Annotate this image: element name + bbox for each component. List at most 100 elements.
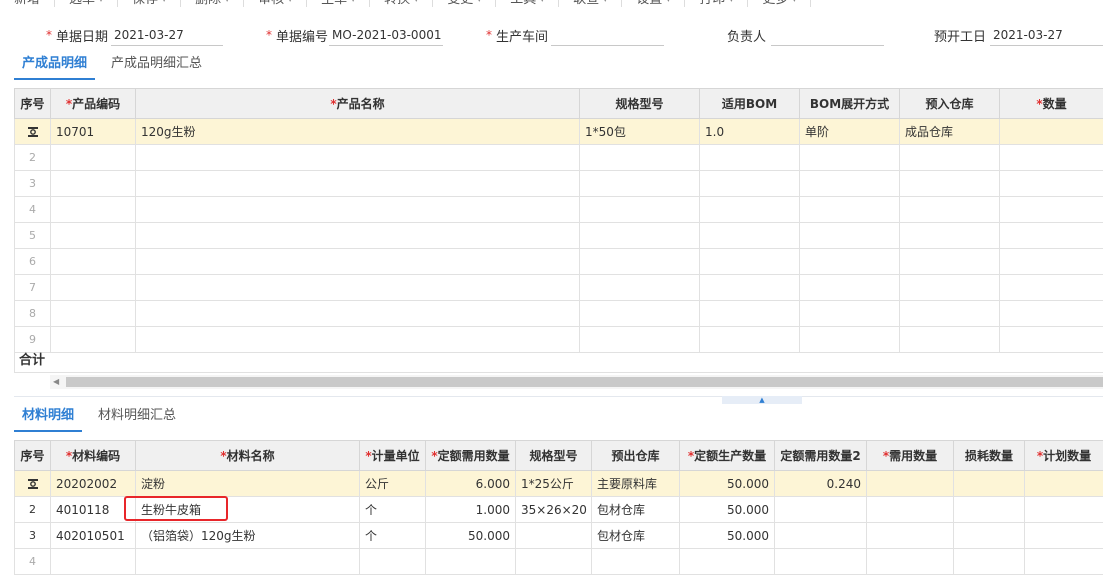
cell-spec[interactable]	[580, 145, 700, 171]
cell-name[interactable]	[136, 171, 580, 197]
toolbar-item[interactable]: 保存▾	[118, 0, 181, 7]
cell-spec[interactable]	[580, 301, 700, 327]
cell-qty[interactable]	[1000, 197, 1103, 223]
toolbar-item[interactable]: 选单▾	[55, 0, 118, 7]
row-edit-icon[interactable]	[27, 478, 39, 490]
cell-name[interactable]: （铝箔袋）120g生粉	[136, 523, 360, 549]
cell-warehouse[interactable]	[900, 145, 1000, 171]
cell-code[interactable]	[51, 171, 136, 197]
toolbar-item[interactable]: 打印▾	[685, 0, 748, 7]
cell-spec[interactable]	[516, 523, 592, 549]
cell-unit[interactable]: 个	[360, 523, 426, 549]
col-spec[interactable]: 规格型号	[516, 441, 592, 471]
row-seq[interactable]: 2	[15, 497, 51, 523]
cell-mode[interactable]	[800, 171, 900, 197]
cell-spec[interactable]	[580, 249, 700, 275]
toolbar-item[interactable]: 更多▾	[748, 0, 811, 7]
tab-product-detail[interactable]: 产成品明细	[14, 54, 95, 80]
tab-material-summary[interactable]: 材料明细汇总	[90, 406, 184, 432]
cell-quota[interactable]	[426, 549, 516, 575]
col-material-code[interactable]: *材料编码	[51, 441, 136, 471]
cell-warehouse[interactable]	[900, 249, 1000, 275]
cell-quota2[interactable]	[775, 523, 867, 549]
table-row[interactable]: 4	[15, 549, 1103, 575]
col-plan-qty[interactable]: *计划数量	[1025, 441, 1103, 471]
cell-bom[interactable]	[700, 171, 800, 197]
cell-unit[interactable]: 个	[360, 497, 426, 523]
cell-unit[interactable]: 公斤	[360, 471, 426, 497]
cell-plan[interactable]	[1025, 549, 1103, 575]
col-need-qty[interactable]: *需用数量	[867, 441, 954, 471]
table-row[interactable]: 5	[15, 223, 1103, 249]
table-row[interactable]: 8	[15, 301, 1103, 327]
cell-qty[interactable]	[1000, 145, 1103, 171]
toolbar-item[interactable]: 删除▾	[181, 0, 244, 7]
col-material-name[interactable]: *材料名称	[136, 441, 360, 471]
cell-qty[interactable]	[1000, 301, 1103, 327]
cell-name[interactable]	[136, 223, 580, 249]
row-seq[interactable]: 4	[15, 549, 51, 575]
cell-plan[interactable]	[1025, 523, 1103, 549]
scrollbar-thumb[interactable]	[66, 377, 1103, 387]
toolbar-item[interactable]: 新增	[0, 0, 55, 7]
cell-qty[interactable]	[1000, 119, 1103, 145]
cell-prod[interactable]: 50.000	[680, 523, 775, 549]
cell-spec[interactable]: 35×26×20	[516, 497, 592, 523]
cell-loss[interactable]	[954, 471, 1025, 497]
col-warehouse[interactable]: 预入仓库	[900, 89, 1000, 119]
cell-plan[interactable]	[1025, 497, 1103, 523]
cell-unit[interactable]	[360, 549, 426, 575]
col-name[interactable]: *产品名称	[136, 89, 580, 119]
table-row[interactable]: 6	[15, 249, 1103, 275]
cell-spec[interactable]	[516, 549, 592, 575]
toolbar-item[interactable]: 联查▾	[559, 0, 622, 7]
col-loss-qty[interactable]: 损耗数量	[954, 441, 1025, 471]
col-out-warehouse[interactable]: 预出仓库	[592, 441, 680, 471]
cell-loss[interactable]	[954, 497, 1025, 523]
cell-spec[interactable]	[580, 171, 700, 197]
col-prod-qty[interactable]: *定额生产数量	[680, 441, 775, 471]
row-seq[interactable]	[15, 119, 51, 145]
cell-bom[interactable]	[700, 249, 800, 275]
cell-code[interactable]	[51, 223, 136, 249]
row-seq[interactable]: 8	[15, 301, 51, 327]
cell-warehouse[interactable]	[900, 301, 1000, 327]
cell-loss[interactable]	[954, 549, 1025, 575]
toolbar-item[interactable]: 工具▾	[496, 0, 559, 7]
cell-warehouse[interactable]: 成品仓库	[900, 119, 1000, 145]
cell-name[interactable]	[136, 145, 580, 171]
start-value[interactable]: 2021-03-27	[990, 24, 1103, 46]
cell-warehouse[interactable]	[900, 275, 1000, 301]
cell-bom[interactable]	[700, 275, 800, 301]
scroll-left-icon[interactable]: ◀	[53, 377, 59, 386]
row-seq[interactable]: 3	[15, 171, 51, 197]
cell-need[interactable]	[867, 549, 954, 575]
cell-quota[interactable]: 1.000	[426, 497, 516, 523]
cell-warehouse[interactable]	[592, 549, 680, 575]
cell-spec[interactable]	[580, 223, 700, 249]
cell-code[interactable]	[51, 197, 136, 223]
toolbar-item[interactable]: 转换▾	[370, 0, 433, 7]
col-quota[interactable]: *定额需用数量	[426, 441, 516, 471]
horizontal-scrollbar[interactable]: ◀	[50, 375, 1103, 389]
table-row[interactable]: 3402010501（铝箔袋）120g生粉个50.000包材仓库50.000	[15, 523, 1103, 549]
col-bom[interactable]: 适用BOM	[700, 89, 800, 119]
cell-name[interactable]	[136, 549, 360, 575]
cell-warehouse[interactable]: 主要原料库	[592, 471, 680, 497]
table-row[interactable]: 20202002淀粉公斤6.0001*25公斤主要原料库50.0000.240	[15, 471, 1103, 497]
cell-bom[interactable]	[700, 223, 800, 249]
table-row[interactable]: 7	[15, 275, 1103, 301]
cell-spec[interactable]: 1*25公斤	[516, 471, 592, 497]
row-seq[interactable]: 4	[15, 197, 51, 223]
cell-plan[interactable]	[1025, 471, 1103, 497]
toolbar-item[interactable]: 生单▾	[307, 0, 370, 7]
cell-need[interactable]	[867, 471, 954, 497]
cell-code[interactable]	[51, 145, 136, 171]
owner-value[interactable]	[771, 24, 884, 46]
collapse-up-icon[interactable]: ▲	[722, 396, 802, 404]
table-row[interactable]: 4	[15, 197, 1103, 223]
row-seq[interactable]: 2	[15, 145, 51, 171]
cell-warehouse[interactable]	[900, 171, 1000, 197]
row-seq[interactable]	[15, 471, 51, 497]
cell-mode[interactable]	[800, 145, 900, 171]
